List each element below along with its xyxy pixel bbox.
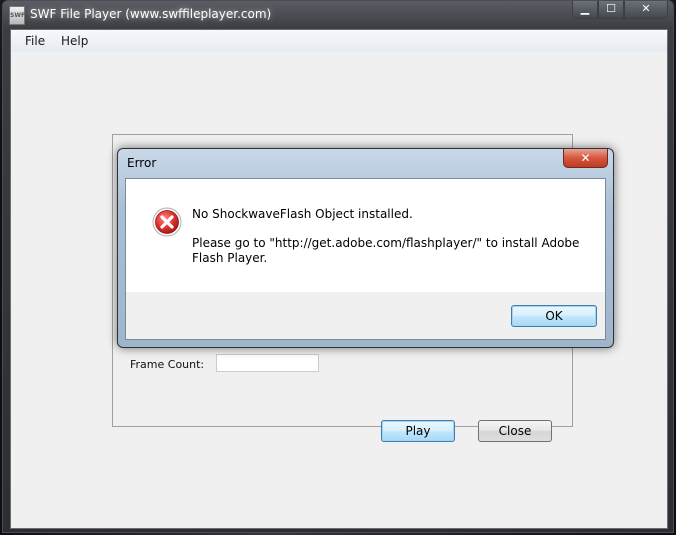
error-dialog: Error ✕ No ShockwaveFlash Object install… [117, 148, 614, 348]
swf-app-icon: SWF [9, 6, 25, 25]
error-message-detail: Please go to "http://get.adobe.com/flash… [192, 236, 580, 265]
ok-button[interactable]: OK [511, 305, 597, 327]
dialog-title: Error [127, 156, 157, 170]
close-window-button[interactable]: ✕ [624, 1, 668, 19]
dialog-message-area: No ShockwaveFlash Object installed. Plea… [126, 179, 605, 292]
error-icon [152, 207, 182, 237]
play-button[interactable]: Play [381, 420, 455, 442]
caption-buttons: ▁ ☐ ✕ [572, 1, 668, 19]
menu-help[interactable]: Help [61, 34, 88, 48]
menu-file[interactable]: File [25, 34, 45, 48]
title-bar[interactable]: SWF SWF File Player (www.swffileplayer.c… [3, 1, 673, 29]
frame-count-label: Frame Count: [130, 358, 205, 371]
dialog-close-button[interactable]: ✕ [563, 149, 608, 168]
maximize-button[interactable]: ☐ [598, 1, 624, 19]
close-button[interactable]: Close [478, 420, 552, 442]
window-title: SWF File Player (www.swffileplayer.com) [30, 7, 272, 21]
error-message-title: No ShockwaveFlash Object installed. [192, 207, 413, 221]
frame-count-field[interactable] [216, 354, 319, 372]
dialog-body: No ShockwaveFlash Object installed. Plea… [125, 178, 606, 340]
menu-bar: File Help [11, 30, 667, 52]
minimize-button[interactable]: ▁ [572, 1, 598, 19]
